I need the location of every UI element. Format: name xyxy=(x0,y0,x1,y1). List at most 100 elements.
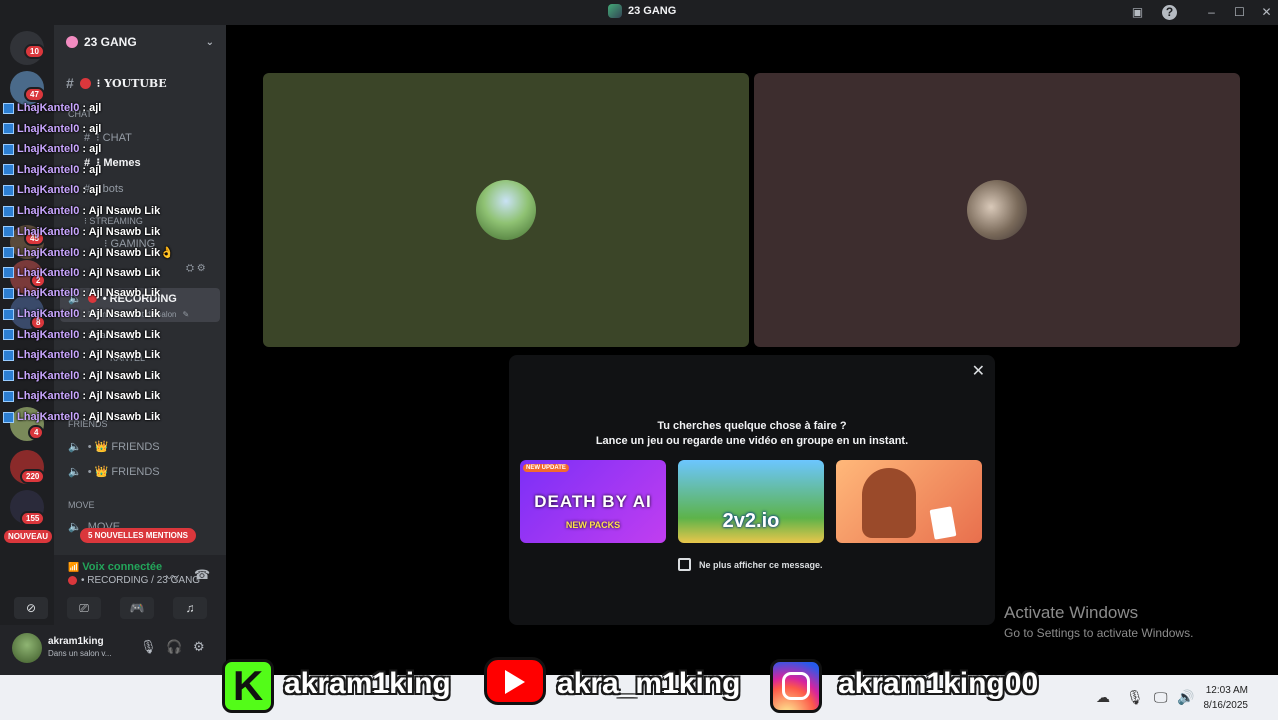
window-title-text: 23 GANG xyxy=(628,5,677,17)
speaker-icon: 🔈 xyxy=(68,521,82,533)
twitch-icon xyxy=(3,143,14,155)
twitch-icon xyxy=(3,267,14,279)
screen-share-button[interactable]: ⎚ xyxy=(67,597,101,619)
activity-card[interactable]: 2v2.io xyxy=(678,460,824,543)
overlay-text: : Ajl Nsawb Lik xyxy=(82,225,161,238)
avatar[interactable] xyxy=(12,633,42,663)
overlay-username: LhajKantel0 xyxy=(17,328,80,341)
watermark-title: Activate Windows xyxy=(1004,603,1139,622)
microphone-icon[interactable]: 🎙 xyxy=(140,639,157,655)
badge: 10 xyxy=(24,44,45,59)
title-bar: 23 GANG ▣ ? – ☐ ✕ xyxy=(0,0,1278,25)
chevron-down-icon: ⌄ xyxy=(205,36,214,48)
overlay-username: LhajKantel0 xyxy=(17,246,80,259)
cloud-icon[interactable]: ☁ xyxy=(1096,689,1110,706)
channel-label: ⁝ Memes xyxy=(96,157,141,169)
microphone-icon[interactable]: 🎙 xyxy=(1126,689,1144,706)
category-move[interactable]: MOVE xyxy=(68,500,95,510)
voice-status-text: Voix connectée xyxy=(82,561,163,573)
participant-avatar xyxy=(967,180,1027,240)
help-icon[interactable]: ? xyxy=(1162,5,1177,20)
character-icon xyxy=(862,468,916,538)
new-badge[interactable]: NOUVEAU xyxy=(4,530,53,543)
username[interactable]: akram1king xyxy=(48,636,104,647)
overlay-username: LhajKantel0 xyxy=(17,102,80,114)
card-title: DEATH BY AI xyxy=(534,492,652,511)
close-icon[interactable]: ✕ xyxy=(972,361,985,381)
participant-tile[interactable] xyxy=(263,73,749,347)
overlay-username: LhajKantel0 xyxy=(17,205,80,217)
pencil-icon: ✎ xyxy=(182,310,190,319)
twitch-icon xyxy=(3,308,14,320)
overlay-message: LhajKantel0: Ajl Nsawb Lik xyxy=(3,329,160,341)
overlay-username: LhajKantel0 xyxy=(17,349,80,362)
overlay-username: LhajKantel0 xyxy=(17,184,80,197)
participant-tile[interactable] xyxy=(754,73,1240,347)
overlay-username: LhajKantel0 xyxy=(17,369,80,382)
server-header[interactable]: 23 GANG ⌄ xyxy=(54,25,226,59)
red-dot-icon xyxy=(79,77,91,89)
overlay-text: : Ajl Nsawb Lik xyxy=(82,308,161,320)
overlay-username: LhajKantel0 xyxy=(17,411,80,423)
twitch-icon xyxy=(3,370,14,382)
voice-channel[interactable]: • RECORDING / 23 GANG xyxy=(68,575,200,586)
activity-button[interactable]: 🎮 xyxy=(120,597,154,619)
overlay-message: LhajKantel0: Ajl Nsawb Lik xyxy=(3,205,160,217)
noise-suppression-icon[interactable]: 〰 xyxy=(166,567,179,586)
soundboard-button[interactable]: ♫ xyxy=(173,597,207,619)
activate-windows-watermark: Activate Windows Go to Settings to activ… xyxy=(1004,603,1193,640)
channel-label: • 👑 FRIENDS xyxy=(87,466,160,478)
channel-label: • 👑 FRIENDS xyxy=(87,441,160,453)
close-icon[interactable]: ✕ xyxy=(1259,5,1274,20)
hashtag-icon: # xyxy=(66,75,74,91)
overlay-message: LhajKantel0: ajl xyxy=(3,102,101,114)
overlay-text: : ajl xyxy=(82,184,102,197)
headphones-icon[interactable]: 🎧 xyxy=(166,639,182,655)
minimize-icon[interactable]: – xyxy=(1204,5,1219,20)
voice-stage: ✕ Tu cherches quelque chose à faire ? La… xyxy=(226,25,1278,675)
volume-icon[interactable]: 🔊 xyxy=(1177,689,1194,706)
overlay-message: LhajKantel0: ajl xyxy=(3,164,101,176)
settings-gear-icon[interactable]: ⚙ xyxy=(193,639,205,655)
overlay-message: LhajKantel0: Ajl Nsawb Lik xyxy=(3,287,160,299)
channel-friends[interactable]: 🔈 • 👑 FRIENDS xyxy=(68,440,160,453)
twitch-icon xyxy=(3,247,14,259)
channel-label: ⁝ YOUTUBE xyxy=(96,76,167,90)
dont-show-again[interactable]: Ne plus afficher ce message. xyxy=(678,558,823,571)
activity-card[interactable] xyxy=(836,460,982,543)
camera-off-button[interactable]: ⊘ xyxy=(14,597,48,619)
instagram-logo-icon xyxy=(770,659,822,713)
activity-card[interactable]: NEW UPDATE DEATH BY AI NEW PACKS xyxy=(520,460,666,543)
maximize-icon[interactable]: ☐ xyxy=(1232,5,1247,20)
instagram-handle: akram1king00 xyxy=(838,667,1039,700)
channel-youtube[interactable]: # ⁝ YOUTUBE xyxy=(66,75,167,91)
overlay-username: LhajKantel0 xyxy=(17,390,80,403)
twitch-icon xyxy=(3,102,14,114)
playing-card-icon xyxy=(929,506,957,540)
inbox-icon[interactable]: ▣ xyxy=(1130,5,1145,20)
overlay-message: LhajKantel0: Ajl Nsawb Lik xyxy=(3,267,160,279)
mentions-pill[interactable]: 5 NOUVELLES MENTIONS xyxy=(80,528,197,543)
twitch-icon xyxy=(3,287,14,299)
overlay-text: : ajl xyxy=(82,143,102,156)
voice-status[interactable]: 📶 Voix connectée xyxy=(68,561,162,573)
overlay-message: LhajKantel0: Ajl Nsawb Lik👌 xyxy=(3,246,174,259)
overlay-message: LhajKantel0: ajl xyxy=(3,123,101,135)
social-banner: K akram1king akra_m1king akram1king00 xyxy=(222,655,1082,717)
twitch-icon xyxy=(3,329,14,341)
user-status: Dans un salon v... xyxy=(48,649,112,658)
participant-avatar xyxy=(476,180,536,240)
disconnect-icon[interactable]: ☎ xyxy=(194,567,210,583)
twitch-icon xyxy=(3,184,14,196)
badge: 220 xyxy=(20,469,46,484)
speaker-icon: 🔈 xyxy=(68,466,82,478)
network-icon[interactable]: 🖵 xyxy=(1154,689,1168,706)
checkbox[interactable] xyxy=(678,558,691,571)
voice-settings-icon[interactable]: ⛭ ⚙ xyxy=(186,263,206,274)
channel-friends[interactable]: 🔈 • 👑 FRIENDS xyxy=(68,465,160,478)
overlay-message: LhajKantel0: Ajl Nsawb Lik xyxy=(3,226,160,238)
channel-label: ⁝ CHAT xyxy=(96,132,132,144)
activity-prompt: ✕ Tu cherches quelque chose à faire ? La… xyxy=(509,355,995,625)
overlay-text: : Ajl Nsawb Lik xyxy=(82,369,161,382)
clock[interactable]: 12:03 AM 8/16/2025 xyxy=(1204,683,1249,713)
